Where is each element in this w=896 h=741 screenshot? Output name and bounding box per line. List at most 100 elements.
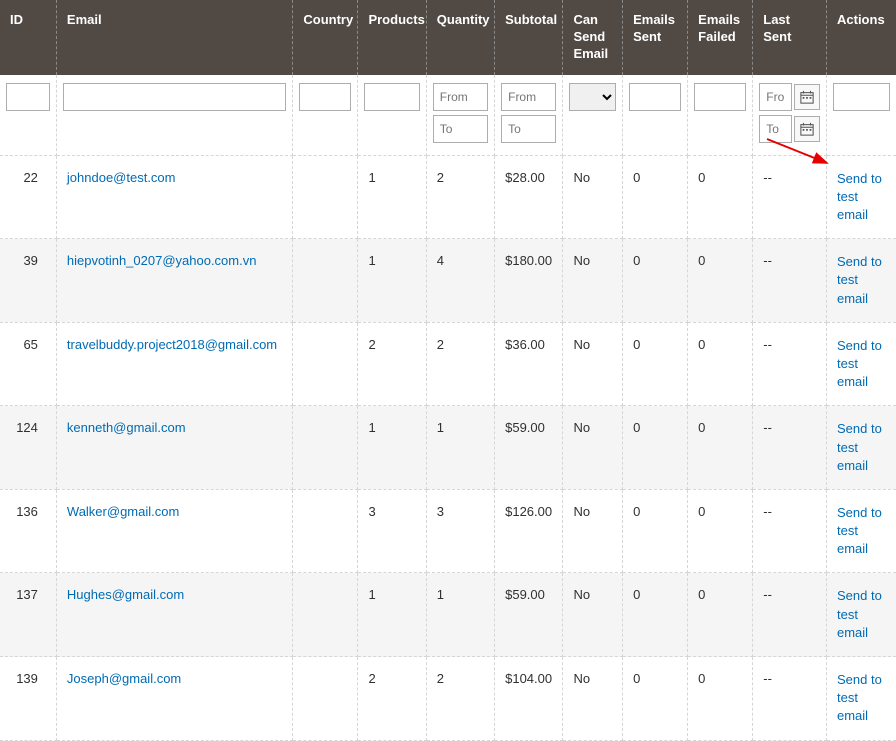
filter-subtotal-from[interactable] — [501, 83, 556, 111]
cell-last-sent: -- — [753, 657, 827, 741]
filter-quantity-to[interactable] — [433, 115, 488, 143]
filter-subtotal-to[interactable] — [501, 115, 556, 143]
cell-quantity: 3 — [426, 489, 494, 573]
send-test-email-link[interactable]: Send to test email — [837, 338, 882, 389]
cell-email: johndoe@test.com — [56, 155, 292, 239]
table-row: 39hiepvotinh_0207@yahoo.com.vn14$180.00N… — [0, 239, 896, 323]
cell-id: 39 — [0, 239, 56, 323]
filter-email-input[interactable] — [63, 83, 286, 111]
header-country[interactable]: Country — [293, 0, 358, 75]
cell-emails-failed: 0 — [688, 239, 753, 323]
email-link[interactable]: kenneth@gmail.com — [67, 420, 186, 435]
calendar-icon[interactable] — [794, 84, 820, 110]
cell-email: Hughes@gmail.com — [56, 573, 292, 657]
cell-cansend: No — [563, 155, 623, 239]
cell-subtotal: $59.00 — [495, 573, 563, 657]
filter-lastsent-from[interactable] — [759, 83, 792, 111]
table-row: 136Walker@gmail.com33$126.00No00--Send t… — [0, 489, 896, 573]
cell-country — [293, 155, 358, 239]
cell-emails-sent: 0 — [623, 239, 688, 323]
cell-cansend: No — [563, 657, 623, 741]
send-test-email-link[interactable]: Send to test email — [837, 505, 882, 556]
header-quantity[interactable]: Quantity — [426, 0, 494, 75]
header-products[interactable]: Products — [358, 0, 426, 75]
filter-products-input[interactable] — [364, 83, 419, 111]
header-last-sent[interactable]: Last Sent — [753, 0, 827, 75]
cell-id: 136 — [0, 489, 56, 573]
cell-email: Walker@gmail.com — [56, 489, 292, 573]
send-test-email-link[interactable]: Send to test email — [837, 588, 882, 639]
header-row: ID Email Country Products Quantity Subto… — [0, 0, 896, 75]
cell-emails-sent: 0 — [623, 657, 688, 741]
cell-last-sent: -- — [753, 489, 827, 573]
send-test-email-link[interactable]: Send to test email — [837, 254, 882, 305]
cell-country — [293, 239, 358, 323]
cell-emails-sent: 0 — [623, 489, 688, 573]
filter-quantity-from[interactable] — [433, 83, 488, 111]
filter-actions-input[interactable] — [833, 83, 890, 111]
cell-emails-failed: 0 — [688, 406, 753, 490]
cell-emails-failed: 0 — [688, 489, 753, 573]
cell-subtotal: $126.00 — [495, 489, 563, 573]
cell-products: 1 — [358, 406, 426, 490]
cell-country — [293, 489, 358, 573]
cell-cansend: No — [563, 239, 623, 323]
header-email[interactable]: Email — [56, 0, 292, 75]
cell-cansend: No — [563, 406, 623, 490]
header-cansend[interactable]: Can Send Email — [563, 0, 623, 75]
send-test-email-link[interactable]: Send to test email — [837, 672, 882, 723]
cell-last-sent: -- — [753, 155, 827, 239]
table-row: 139Joseph@gmail.com22$104.00No00--Send t… — [0, 657, 896, 741]
cell-products: 1 — [358, 573, 426, 657]
cell-actions: Send to test email — [827, 322, 896, 406]
cell-actions: Send to test email — [827, 657, 896, 741]
cell-products: 1 — [358, 239, 426, 323]
cell-id: 139 — [0, 657, 56, 741]
header-emails-failed[interactable]: Emails Failed — [688, 0, 753, 75]
filter-cansend-select[interactable] — [569, 83, 616, 111]
cell-cansend: No — [563, 573, 623, 657]
cell-products: 2 — [358, 322, 426, 406]
cell-id: 137 — [0, 573, 56, 657]
cell-products: 1 — [358, 155, 426, 239]
table-row: 137Hughes@gmail.com11$59.00No00--Send to… — [0, 573, 896, 657]
calendar-icon[interactable] — [794, 116, 820, 142]
filter-emails-sent-input[interactable] — [629, 83, 681, 111]
cell-cansend: No — [563, 489, 623, 573]
header-id[interactable]: ID — [0, 0, 56, 75]
cell-actions: Send to test email — [827, 406, 896, 490]
cell-country — [293, 406, 358, 490]
filter-country-input[interactable] — [299, 83, 351, 111]
cell-email: Joseph@gmail.com — [56, 657, 292, 741]
cell-actions: Send to test email — [827, 155, 896, 239]
cell-last-sent: -- — [753, 573, 827, 657]
filter-id-input[interactable] — [6, 83, 50, 111]
cell-quantity: 1 — [426, 573, 494, 657]
cell-last-sent: -- — [753, 406, 827, 490]
cell-last-sent: -- — [753, 322, 827, 406]
filter-lastsent-to[interactable] — [759, 115, 792, 143]
send-test-email-link[interactable]: Send to test email — [837, 421, 882, 472]
cell-emails-sent: 0 — [623, 322, 688, 406]
cell-email: kenneth@gmail.com — [56, 406, 292, 490]
email-link[interactable]: travelbuddy.project2018@gmail.com — [67, 337, 277, 352]
filter-emails-failed-input[interactable] — [694, 83, 746, 111]
email-link[interactable]: Walker@gmail.com — [67, 504, 179, 519]
email-link[interactable]: Hughes@gmail.com — [67, 587, 184, 602]
cell-emails-sent: 0 — [623, 155, 688, 239]
email-link[interactable]: johndoe@test.com — [67, 170, 176, 185]
email-link[interactable]: hiepvotinh_0207@yahoo.com.vn — [67, 253, 257, 268]
cell-actions: Send to test email — [827, 489, 896, 573]
header-emails-sent[interactable]: Emails Sent — [623, 0, 688, 75]
cell-subtotal: $104.00 — [495, 657, 563, 741]
cell-subtotal: $36.00 — [495, 322, 563, 406]
cell-products: 3 — [358, 489, 426, 573]
cell-country — [293, 322, 358, 406]
cell-products: 2 — [358, 657, 426, 741]
cell-country — [293, 657, 358, 741]
cell-emails-failed: 0 — [688, 657, 753, 741]
header-subtotal[interactable]: Subtotal — [495, 0, 563, 75]
email-link[interactable]: Joseph@gmail.com — [67, 671, 181, 686]
send-test-email-link[interactable]: Send to test email — [837, 171, 882, 222]
cell-subtotal: $180.00 — [495, 239, 563, 323]
